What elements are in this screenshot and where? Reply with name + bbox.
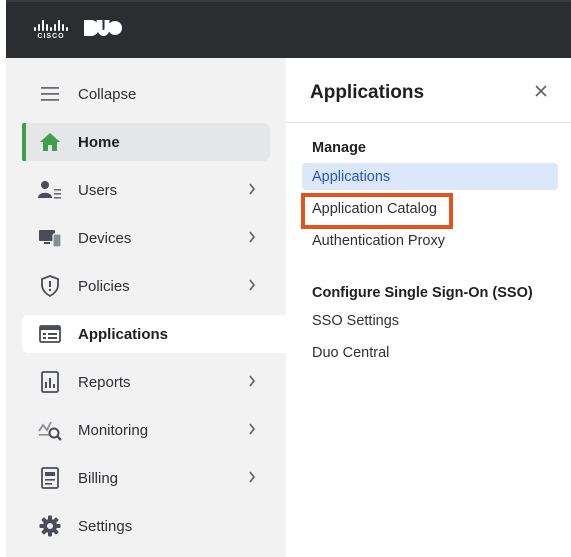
link-duo-central[interactable]: Duo Central bbox=[302, 339, 558, 366]
chevron-right-icon bbox=[248, 422, 256, 441]
top-bar: CISCO bbox=[6, 0, 571, 58]
cisco-logo: CISCO bbox=[34, 20, 68, 40]
chevron-right-icon bbox=[248, 470, 256, 489]
sidebar-item-label: Monitoring bbox=[78, 421, 149, 439]
flyout-title: Applications bbox=[310, 82, 425, 103]
sidebar-item-collapse[interactable]: Collapse bbox=[22, 75, 270, 113]
sidebar-item-label: Settings bbox=[78, 517, 133, 535]
sidebar-item-label: Policies bbox=[78, 277, 130, 295]
sidebar-item-home[interactable]: Home bbox=[22, 123, 270, 161]
sidebar-item-monitoring[interactable]: Monitoring bbox=[22, 411, 270, 449]
home-icon bbox=[38, 130, 62, 154]
reports-icon bbox=[38, 370, 62, 394]
sidebar-item-label: Applications bbox=[78, 325, 169, 343]
sidebar-item-label: Billing bbox=[78, 469, 119, 487]
sidebar-item-devices[interactable]: Devices bbox=[22, 219, 270, 257]
sidebar-item-label: Users bbox=[78, 181, 118, 199]
chevron-right-icon bbox=[248, 278, 256, 297]
sidebar-nav: Collapse Home Users Devices Policies App… bbox=[6, 58, 286, 557]
users-icon bbox=[38, 178, 62, 202]
divider bbox=[286, 122, 571, 123]
sidebar-item-applications[interactable]: Applications bbox=[22, 315, 286, 353]
link-applications[interactable]: Applications bbox=[302, 163, 558, 190]
sidebar-item-label: Home bbox=[78, 133, 120, 151]
sidebar-item-label: Collapse bbox=[78, 85, 137, 103]
shield-icon bbox=[38, 274, 62, 298]
link-sso-settings[interactable]: SSO Settings bbox=[302, 307, 558, 334]
sidebar-item-settings[interactable]: Settings bbox=[22, 507, 270, 545]
sidebar-item-users[interactable]: Users bbox=[22, 171, 270, 209]
duo-logo bbox=[84, 19, 122, 41]
chevron-right-icon bbox=[248, 230, 256, 249]
section-heading-manage: Manage bbox=[312, 140, 366, 156]
sidebar-item-billing[interactable]: Billing bbox=[22, 459, 270, 497]
cisco-logo-text: CISCO bbox=[37, 33, 65, 40]
monitoring-icon bbox=[38, 418, 62, 442]
link-authentication-proxy[interactable]: Authentication Proxy bbox=[302, 227, 558, 254]
applications-icon bbox=[38, 322, 62, 346]
chevron-right-icon bbox=[248, 374, 256, 393]
link-application-catalog[interactable]: Application Catalog bbox=[302, 195, 558, 222]
close-icon[interactable] bbox=[534, 84, 550, 100]
sidebar-item-policies[interactable]: Policies bbox=[22, 267, 270, 305]
section-heading-sso: Configure Single Sign-On (SSO) bbox=[312, 285, 533, 301]
sidebar-item-reports[interactable]: Reports bbox=[22, 363, 270, 401]
billing-icon bbox=[38, 466, 62, 490]
sidebar-item-label: Reports bbox=[78, 373, 131, 391]
applications-flyout: Applications Manage Applications Applica… bbox=[286, 58, 571, 557]
sidebar-item-label: Devices bbox=[78, 229, 132, 247]
chevron-right-icon bbox=[248, 182, 256, 201]
cisco-bars-icon bbox=[34, 20, 68, 31]
gear-icon bbox=[38, 514, 62, 538]
devices-icon bbox=[38, 226, 62, 250]
hamburger-icon bbox=[38, 82, 62, 106]
